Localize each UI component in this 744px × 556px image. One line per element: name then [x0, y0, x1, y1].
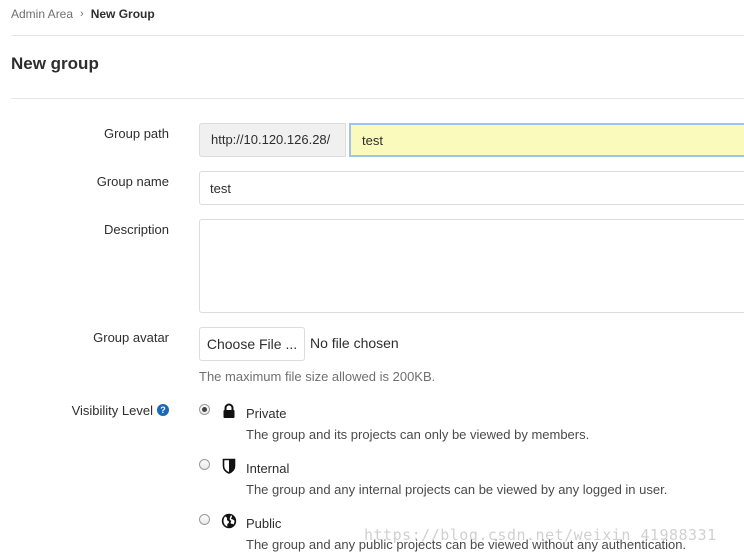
group-name-input[interactable]: [199, 171, 744, 205]
group-avatar-label: Group avatar: [93, 330, 169, 345]
breadcrumb-new-group[interactable]: New Group: [91, 7, 155, 21]
visibility-public-radio[interactable]: [199, 514, 210, 525]
visibility-level-label: Visibility Level: [71, 403, 153, 418]
new-group-page: Admin Area › New Group New group Group p…: [0, 0, 744, 556]
breadcrumb-admin-area-link[interactable]: Admin Area: [11, 7, 73, 21]
visibility-public-title[interactable]: Public: [246, 516, 281, 532]
group-path-prefix: http://10.120.126.28/: [199, 123, 346, 157]
description-label: Description: [103, 222, 169, 237]
question-circle-icon[interactable]: ?: [157, 404, 169, 416]
choose-file-button[interactable]: Choose File ...: [199, 327, 305, 361]
visibility-internal-title[interactable]: Internal: [246, 461, 289, 477]
header-divider: [11, 35, 744, 36]
visibility-private-radio[interactable]: [199, 404, 210, 415]
avatar-help-text: The maximum file size allowed is 200KB.: [199, 369, 436, 384]
globe-icon: [221, 513, 237, 529]
description-textarea[interactable]: [199, 219, 744, 313]
file-status-text: No file chosen: [310, 335, 399, 351]
group-path-input[interactable]: [349, 123, 744, 157]
breadcrumb: Admin Area › New Group: [11, 5, 155, 23]
shield-icon: [222, 458, 236, 474]
visibility-internal-radio[interactable]: [199, 459, 210, 470]
watermark-text: https://blog.csdn.net/weixin_41988331: [364, 526, 717, 544]
chevron-right-icon: ›: [80, 8, 84, 20]
title-divider: [11, 98, 744, 99]
group-name-label: Group name: [96, 174, 169, 189]
visibility-private-description: The group and its projects can only be v…: [246, 427, 590, 442]
visibility-internal-description: The group and any internal projects can …: [246, 482, 668, 497]
visibility-private-title[interactable]: Private: [246, 406, 286, 422]
page-title: New group: [11, 54, 99, 73]
group-path-label: Group path: [103, 126, 169, 141]
lock-icon: [223, 403, 235, 418]
